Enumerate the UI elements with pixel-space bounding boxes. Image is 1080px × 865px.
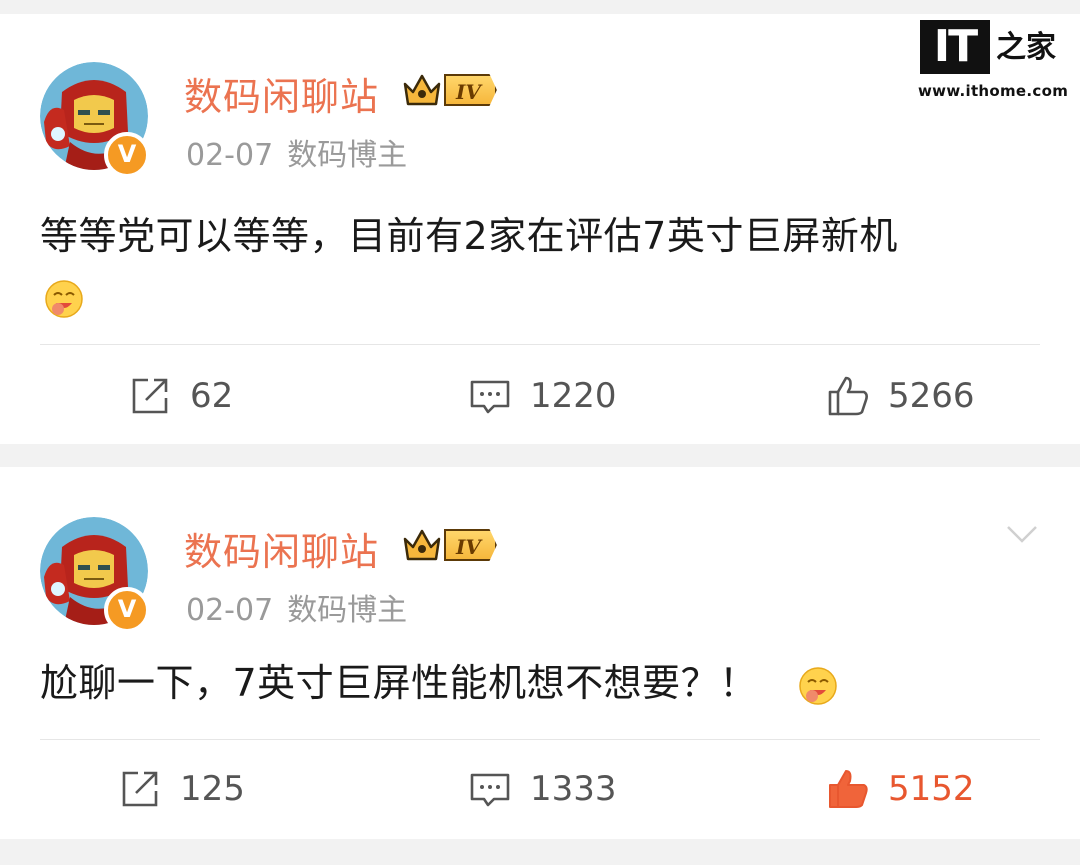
yummy-face-icon (799, 666, 838, 705)
logo-it: IT (920, 20, 990, 74)
thumbs-up-icon (829, 770, 868, 808)
post-text-content: 尬聊一下，7英寸巨屏性能机想不想要？！ (40, 661, 758, 705)
level-badge[interactable]: IV (402, 70, 497, 110)
yummy-face-icon (45, 279, 83, 318)
comment-icon (470, 380, 510, 414)
level-label: IV (444, 529, 497, 561)
logo-char: 之家 (996, 30, 1056, 65)
share-icon (122, 771, 158, 807)
ithome-watermark-logo: IT 之家 www.ithome.com (914, 16, 1068, 106)
post-actions: 125 1333 5152 (0, 759, 1080, 819)
chevron-down-icon[interactable] (1004, 515, 1040, 551)
logo-url: www.ithome.com (918, 82, 1069, 100)
crown-icon (403, 74, 441, 106)
like-count: 5266 (888, 376, 975, 416)
weibo-feed: V 数码闲聊站 IV 02-07 数码博主 等等党可以等等，目前有2家在评估7英寸… (0, 0, 1080, 865)
comment-button[interactable]: 1220 (468, 366, 617, 426)
share-count: 125 (180, 769, 245, 809)
divider (40, 344, 1040, 345)
share-icon (132, 378, 168, 414)
share-button[interactable]: 62 (128, 366, 233, 426)
comment-count: 1333 (530, 769, 617, 809)
post-text: 等等党可以等等，目前有2家在评估7英寸巨屏新机 (40, 206, 1040, 326)
post-text-content: 等等党可以等等，目前有2家在评估7英寸巨屏新机 (40, 214, 898, 258)
post-text: 尬聊一下，7英寸巨屏性能机想不想要？！ (40, 653, 1040, 713)
thumbs-up-icon (828, 376, 868, 416)
share-button[interactable]: 125 (118, 759, 245, 819)
verified-badge: V (104, 132, 150, 178)
post-source: 数码博主 (287, 138, 408, 173)
post-date: 02-07 (186, 593, 274, 628)
post-date: 02-07 (186, 138, 274, 173)
post-actions: 62 1220 5266 (0, 366, 1080, 426)
post-meta: 02-07 数码博主 (186, 585, 407, 629)
comment-button[interactable]: 1333 (468, 759, 617, 819)
comment-count: 1220 (530, 376, 617, 416)
level-label: IV (444, 74, 497, 106)
divider (40, 739, 1040, 740)
level-badge[interactable]: IV (402, 525, 497, 565)
post-meta: 02-07 数码博主 (186, 130, 407, 174)
like-button[interactable]: 5266 (826, 366, 975, 426)
post-card: V 数码闲聊站 IV 02-07 数码博主 尬聊一下，7英寸巨屏性能机想不想要？！ (0, 467, 1080, 839)
crown-icon (403, 529, 441, 561)
share-count: 62 (190, 376, 234, 416)
comment-icon (470, 773, 510, 807)
like-count: 5152 (888, 769, 975, 809)
like-button[interactable]: 5152 (826, 759, 975, 819)
username[interactable]: 数码闲聊站 (184, 66, 379, 121)
username[interactable]: 数码闲聊站 (184, 521, 379, 576)
post-source: 数码博主 (287, 593, 408, 628)
verified-badge: V (104, 587, 150, 633)
